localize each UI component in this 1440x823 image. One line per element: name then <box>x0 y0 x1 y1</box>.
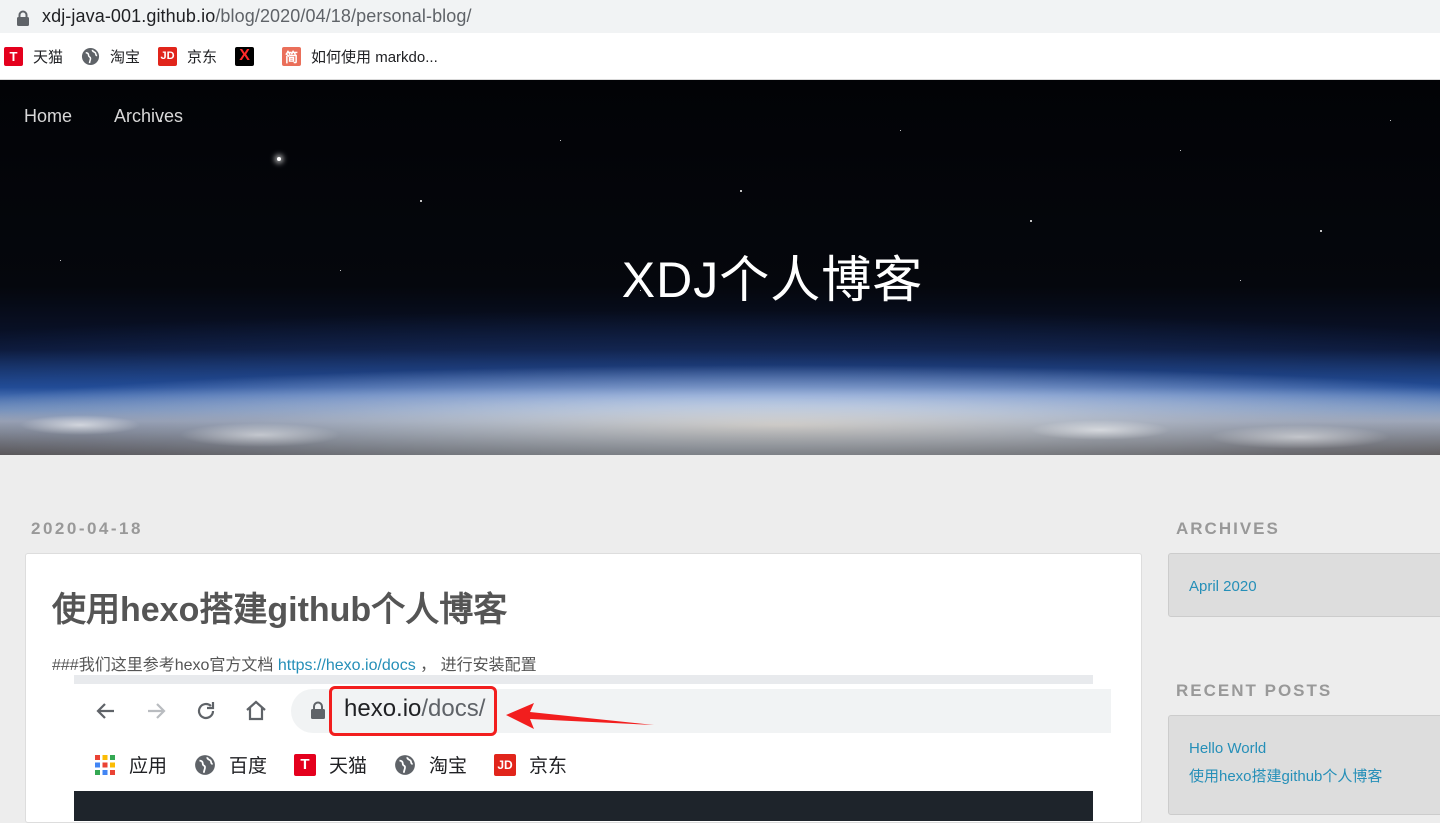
star <box>420 200 422 202</box>
earth-clouds <box>0 395 1440 455</box>
bookmark-tmall[interactable]: T 天猫 <box>4 46 63 67</box>
nav-home-link[interactable]: Home <box>24 106 72 127</box>
post-intro: ###我们这里参考hexo官方文档 https://hexo.io/docs ，… <box>52 651 537 675</box>
star <box>1390 120 1391 121</box>
bookmark-label: 天猫 <box>33 48 64 66</box>
archive-link-april-2020[interactable]: April 2020 <box>1189 578 1257 595</box>
star <box>560 140 561 141</box>
forward-arrow-icon <box>144 699 168 723</box>
jd-icon: JD <box>158 46 178 66</box>
screenshot-bookmark-apps: 应用 <box>94 751 167 778</box>
archives-widget: April 2020 <box>1168 553 1440 617</box>
star <box>277 157 281 161</box>
address-bar[interactable]: xdj-java-001.github.io/blog/2020/04/18/p… <box>0 0 1440 33</box>
hero-banner: Home Archives XDJ个人博客 <box>0 80 1440 455</box>
jianshu-icon: 简 <box>282 46 302 66</box>
star <box>900 130 901 131</box>
globe-icon <box>81 47 100 66</box>
intro-suffix: ， 进行安装配置 <box>415 657 537 674</box>
post-title[interactable]: 使用hexo搭建github个人博客 <box>52 582 507 631</box>
url-text[interactable]: xdj-java-001.github.io/blog/2020/04/18/p… <box>42 6 472 27</box>
recent-posts-heading: RECENT POSTS <box>1176 681 1333 700</box>
embedded-browser-screenshot: hexo.io/docs/ 应用 百度 T 天猫 淘宝 JD 京东 <box>74 675 1111 821</box>
reload-icon <box>194 699 218 723</box>
bookmark-x[interactable]: X <box>235 46 264 66</box>
lock-icon <box>310 701 326 724</box>
bookmark-label: 京东 <box>529 756 568 777</box>
back-arrow-icon <box>94 699 118 723</box>
globe-icon <box>194 754 216 776</box>
crescent-moon-icon <box>0 100 16 132</box>
main-nav: Home Archives <box>24 106 225 127</box>
recent-post-link[interactable]: 使用hexo搭建github个人博客 <box>1189 765 1382 786</box>
x-icon: X <box>235 46 255 66</box>
red-arrow-icon <box>506 703 654 729</box>
screenshot-tab-strip <box>74 675 1093 684</box>
bookmark-label: 淘宝 <box>110 48 141 66</box>
screenshot-dark-strip <box>74 791 1093 821</box>
screenshot-bookmark-taobao: 淘宝 <box>394 751 467 778</box>
bookmark-label: 淘宝 <box>429 756 468 777</box>
globe-icon <box>394 754 416 776</box>
bookmark-markdown[interactable]: 简 如何使用 markdo... <box>282 46 438 67</box>
screenshot-bookmark-baidu: 百度 <box>194 751 267 778</box>
bookmark-label: 天猫 <box>329 756 368 777</box>
recent-posts-widget: Hello World 使用hexo搭建github个人博客 <box>1168 715 1440 815</box>
tmall-icon: T <box>4 46 23 66</box>
recent-post-link[interactable]: Hello World <box>1189 740 1266 757</box>
site-title: XDJ个人博客 <box>621 252 924 308</box>
screenshot-url: hexo.io/docs/ <box>344 695 486 722</box>
star <box>1320 230 1322 232</box>
intro-text: ###我们这里参考hexo官方文档 <box>52 657 278 674</box>
star <box>1180 150 1181 151</box>
post-card: 使用hexo搭建github个人博客 ###我们这里参考hexo官方文档 htt… <box>25 553 1142 823</box>
bookmark-label: 应用 <box>129 756 168 777</box>
apps-grid-icon <box>94 754 116 776</box>
lock-icon <box>16 10 30 26</box>
jd-icon: JD <box>494 753 516 776</box>
hexo-docs-link[interactable]: https://hexo.io/docs <box>278 657 416 674</box>
nav-archives-link[interactable]: Archives <box>114 106 183 127</box>
bookmark-label: 如何使用 markdo... <box>311 48 438 66</box>
tmall-icon: T <box>294 753 316 776</box>
star <box>1030 220 1032 222</box>
star <box>740 190 742 192</box>
bookmark-label: 京东 <box>187 48 218 66</box>
bookmarks-bar: T 天猫 淘宝 JD 京东 X 简 如何使用 markdo... <box>0 33 1440 80</box>
screenshot-bookmark-jd: JD 京东 <box>494 751 567 778</box>
small-moon-icon <box>94 154 106 168</box>
bookmark-taobao[interactable]: 淘宝 <box>81 46 140 67</box>
home-icon <box>244 699 268 723</box>
bookmark-jd[interactable]: JD 京东 <box>158 46 217 67</box>
bookmark-label: 百度 <box>229 756 268 777</box>
screenshot-bookmark-tmall: T 天猫 <box>294 751 367 778</box>
archives-heading: ARCHIVES <box>1176 519 1280 538</box>
post-date[interactable]: 2020-04-18 <box>31 519 143 539</box>
